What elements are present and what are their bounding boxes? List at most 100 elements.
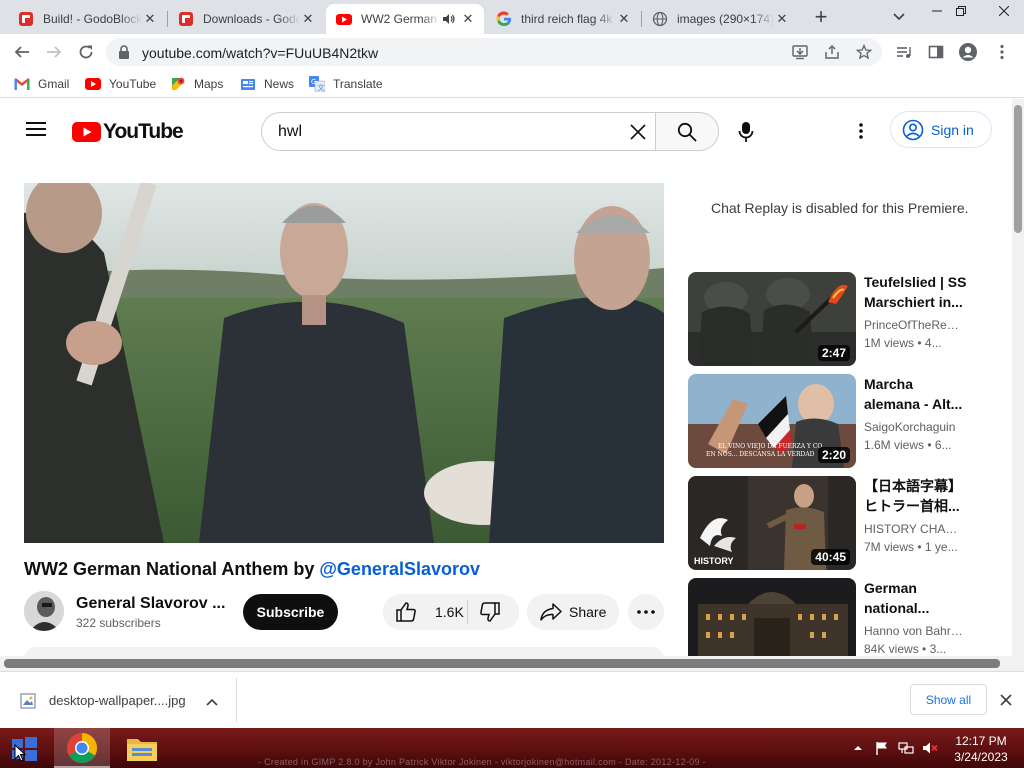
- show-all-downloads-button[interactable]: Show all: [910, 684, 987, 715]
- share-button[interactable]: Share: [527, 594, 619, 630]
- youtube-logo-icon: [72, 122, 101, 142]
- close-window-icon[interactable]: [984, 0, 1024, 22]
- url-text[interactable]: youtube.com/watch?v=FUuUB4N2tkw: [142, 45, 378, 61]
- network-icon[interactable]: [898, 740, 914, 756]
- tab-images[interactable]: images (290×174) ✕: [642, 4, 798, 34]
- bookmark-maps[interactable]: Maps: [170, 76, 223, 92]
- view-count: 7M views: [864, 540, 915, 554]
- chrome-menu-icon[interactable]: [988, 38, 1016, 66]
- search-query[interactable]: hwl: [278, 123, 302, 141]
- volume-muted-icon[interactable]: [922, 740, 938, 756]
- channel-name[interactable]: General Slavorov ...: [76, 595, 225, 613]
- more-horizontal-icon: [637, 610, 655, 614]
- recommendation-title[interactable]: Marcha alemana - Alt...: [864, 374, 972, 414]
- settings-menu-icon[interactable]: [859, 123, 863, 144]
- youtube-logo[interactable]: YouTube: [72, 120, 184, 144]
- forward-icon[interactable]: [40, 38, 68, 66]
- speaker-icon[interactable]: [440, 11, 456, 27]
- guide-menu-icon[interactable]: [26, 121, 46, 142]
- recommendation-title[interactable]: Teufelslied | SS Marschiert in...: [864, 272, 972, 312]
- subscribe-button[interactable]: Subscribe: [243, 594, 338, 630]
- taskbar-chrome-button[interactable]: [54, 728, 110, 768]
- video-thumbnail[interactable]: 2:47: [688, 272, 856, 366]
- file-explorer-icon[interactable]: [126, 734, 158, 767]
- more-actions-button[interactable]: [628, 594, 664, 630]
- bookmark-gmail[interactable]: Gmail: [14, 76, 69, 92]
- bookmark-label: News: [264, 77, 295, 91]
- mouse-cursor-icon: [14, 743, 27, 767]
- windows-taskbar: - Created in GIMP 2.8.0 by John Patrick …: [0, 728, 1024, 768]
- recommendation-title[interactable]: German national...: [864, 578, 972, 618]
- sign-in-button[interactable]: Sign in: [890, 111, 992, 148]
- voice-search-icon[interactable]: [738, 121, 754, 148]
- tab-title: Downloads - GodoBlocks: [203, 12, 300, 26]
- tab-title: Build! - GodoBlocks: [43, 12, 142, 26]
- view-count: 1.6M views: [864, 438, 925, 452]
- back-icon[interactable]: [8, 38, 36, 66]
- side-panel-icon[interactable]: [922, 38, 950, 66]
- close-tab-icon[interactable]: ✕: [300, 11, 316, 27]
- reload-icon[interactable]: [72, 38, 100, 66]
- dislike-button[interactable]: [479, 601, 501, 626]
- tab-third-reich-flag[interactable]: third reich flag 4k ✕: [486, 4, 640, 34]
- new-tab-button[interactable]: +: [808, 4, 834, 29]
- view-count: 1M views: [864, 336, 915, 350]
- bookmark-label: Gmail: [38, 77, 70, 91]
- lock-icon[interactable]: [118, 45, 130, 64]
- bookmark-label: YouTube: [109, 77, 157, 91]
- vertical-scrollbar[interactable]: [1012, 99, 1024, 671]
- bookmark-star-icon[interactable]: [855, 43, 873, 65]
- bookmark-news[interactable]: News: [240, 76, 294, 92]
- flag-notification-icon[interactable]: [874, 740, 890, 756]
- profile-icon[interactable]: [954, 38, 982, 66]
- restore-icon[interactable]: [946, 0, 976, 22]
- download-options-chevron-icon[interactable]: [205, 694, 219, 712]
- bookmark-label: Maps: [194, 77, 224, 91]
- horizontal-scrollbar[interactable]: [0, 656, 1012, 671]
- share-page-icon[interactable]: [824, 44, 840, 65]
- recommendation-item[interactable]: EL VINO VIEJO DA FUERZA Y CO EN NOS... D…: [688, 374, 988, 468]
- close-download-shelf-icon[interactable]: [1000, 693, 1012, 711]
- recommendation-title[interactable]: 【日本語字幕】ヒトラー首相...: [864, 476, 972, 516]
- video-frame-image: [24, 183, 664, 543]
- horizontal-scrollbar-thumb[interactable]: [4, 659, 1000, 668]
- upload-age: 4...: [924, 336, 942, 350]
- tab-search-icon[interactable]: [886, 6, 912, 28]
- tab-ww2-anthem[interactable]: WW2 German National Anthem ✕: [326, 4, 484, 34]
- tab-downloads-godoblocks[interactable]: Downloads - GodoBlocks ✕: [168, 4, 324, 34]
- close-tab-icon[interactable]: ✕: [616, 11, 632, 27]
- search-input[interactable]: hwl: [261, 112, 656, 151]
- show-hidden-icons-icon[interactable]: [850, 740, 866, 756]
- recommendation-item[interactable]: 2:47 Teufelslied | SS Marschiert in... P…: [688, 272, 988, 366]
- like-button[interactable]: 1.6K: [395, 601, 464, 623]
- address-bar[interactable]: youtube.com/watch?v=FUuUB4N2tkw: [106, 38, 882, 66]
- recommendation-item[interactable]: HISTORY 40:45 【日本語字幕】ヒトラー首相... HISTORY C…: [688, 476, 988, 570]
- bookmark-youtube[interactable]: YouTube: [85, 76, 156, 92]
- recommendation-channel[interactable]: HISTORY CHAN...: [864, 522, 964, 536]
- search-button[interactable]: [655, 112, 719, 151]
- recommendation-channel[interactable]: Hanno von Bahre...: [864, 624, 964, 638]
- media-controls-icon[interactable]: [890, 38, 918, 66]
- recommendation-channel[interactable]: SaigoKorchaguin: [864, 420, 964, 434]
- video-player[interactable]: [24, 183, 664, 543]
- close-tab-icon[interactable]: ✕: [460, 11, 476, 27]
- recommendation-channel[interactable]: PrinceOfTheReal...: [864, 318, 964, 332]
- bookmark-translate[interactable]: G文 Translate: [309, 76, 383, 92]
- video-duration: 40:45: [811, 549, 850, 565]
- clear-search-icon[interactable]: [630, 124, 646, 145]
- channel-mention-link[interactable]: @GeneralSlavorov: [319, 559, 480, 579]
- tab-build-godoblocks[interactable]: Build! - GodoBlocks ✕: [8, 4, 166, 34]
- download-file-name[interactable]: desktop-wallpaper....jpg: [49, 693, 186, 708]
- download-shelf: desktop-wallpaper....jpg Show all: [0, 671, 1024, 727]
- bookmarks-bar: Gmail YouTube Maps News G文 Translate: [0, 70, 1024, 98]
- tab-title: images (290×174): [677, 12, 774, 26]
- close-tab-icon[interactable]: ✕: [142, 11, 158, 27]
- video-thumbnail[interactable]: HISTORY 40:45: [688, 476, 856, 570]
- install-app-icon[interactable]: [792, 44, 808, 65]
- channel-avatar[interactable]: [24, 591, 64, 631]
- video-thumbnail[interactable]: EL VINO VIEJO DA FUERZA Y CO EN NOS... D…: [688, 374, 856, 468]
- vertical-scrollbar-thumb[interactable]: [1014, 105, 1022, 233]
- system-clock[interactable]: 12:17 PM 3/24/2023: [950, 733, 1012, 765]
- close-tab-icon[interactable]: ✕: [774, 11, 790, 27]
- video-title: WW2 German National Anthem by @GeneralSl…: [24, 559, 480, 580]
